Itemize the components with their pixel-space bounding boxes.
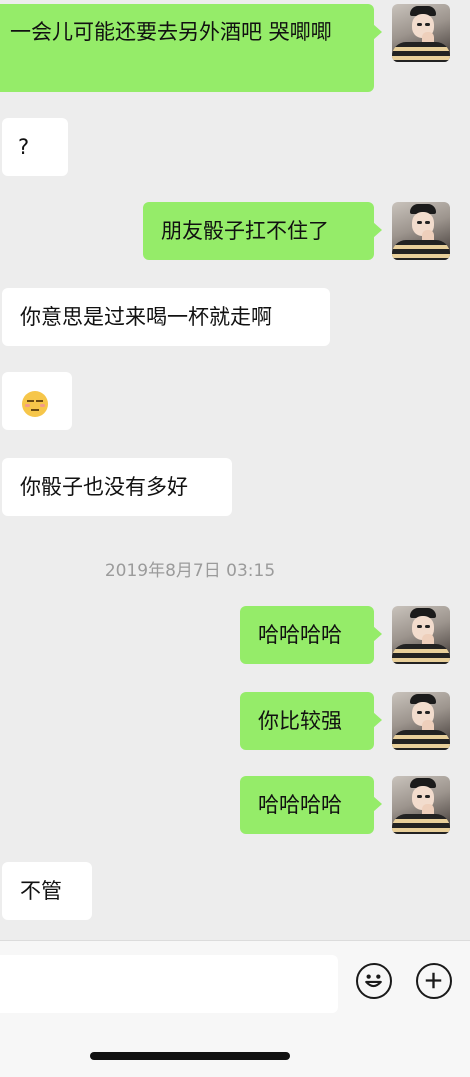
home-indicator — [90, 1052, 290, 1060]
avatar[interactable] — [392, 606, 450, 664]
avatar[interactable] — [392, 202, 450, 260]
message-text: 你比较强 — [258, 709, 342, 733]
smiley-icon[interactable] — [356, 963, 392, 999]
plus-circle-icon[interactable] — [416, 963, 452, 999]
avatar[interactable] — [392, 4, 450, 62]
message-text: 你骰子也没有多好 — [20, 475, 188, 499]
message-text: 哈哈哈哈 — [258, 623, 342, 647]
message-text: 朋友骰子扛不住了 — [161, 219, 329, 243]
avatar[interactable] — [392, 776, 450, 834]
message-text: 不管 — [20, 879, 62, 903]
message-bubble-sent[interactable]: 哈哈哈哈 — [240, 776, 382, 834]
message-bubble-received[interactable]: ? — [2, 118, 68, 176]
message-bubble-sent[interactable]: 朋友骰子扛不住了 — [143, 202, 382, 260]
message-bubble-received[interactable]: 不管 — [2, 862, 92, 920]
message-bubble-received[interactable]: 你骰子也没有多好 — [2, 458, 232, 516]
unamused-face-icon — [22, 391, 48, 417]
message-bubble-sent[interactable]: 一会儿可能还要去另外酒吧 哭唧唧 — [0, 4, 382, 92]
message-text: 一会儿可能还要去另外酒吧 哭唧唧 — [10, 20, 332, 44]
message-input[interactable] — [0, 955, 338, 1013]
avatar[interactable] — [392, 692, 450, 750]
timestamp: 2019年8月7日 03:15 — [104, 561, 276, 581]
message-text: 你意思是过来喝一杯就走啊 — [20, 305, 272, 329]
message-bubble-received[interactable]: 你意思是过来喝一杯就走啊 — [2, 288, 330, 346]
message-text: ? — [18, 135, 30, 159]
message-bubble-sent[interactable]: 你比较强 — [240, 692, 382, 750]
message-bubble-sent[interactable]: 哈哈哈哈 — [240, 606, 382, 664]
message-bubble-received[interactable] — [2, 372, 72, 430]
message-text: 哈哈哈哈 — [258, 793, 342, 817]
